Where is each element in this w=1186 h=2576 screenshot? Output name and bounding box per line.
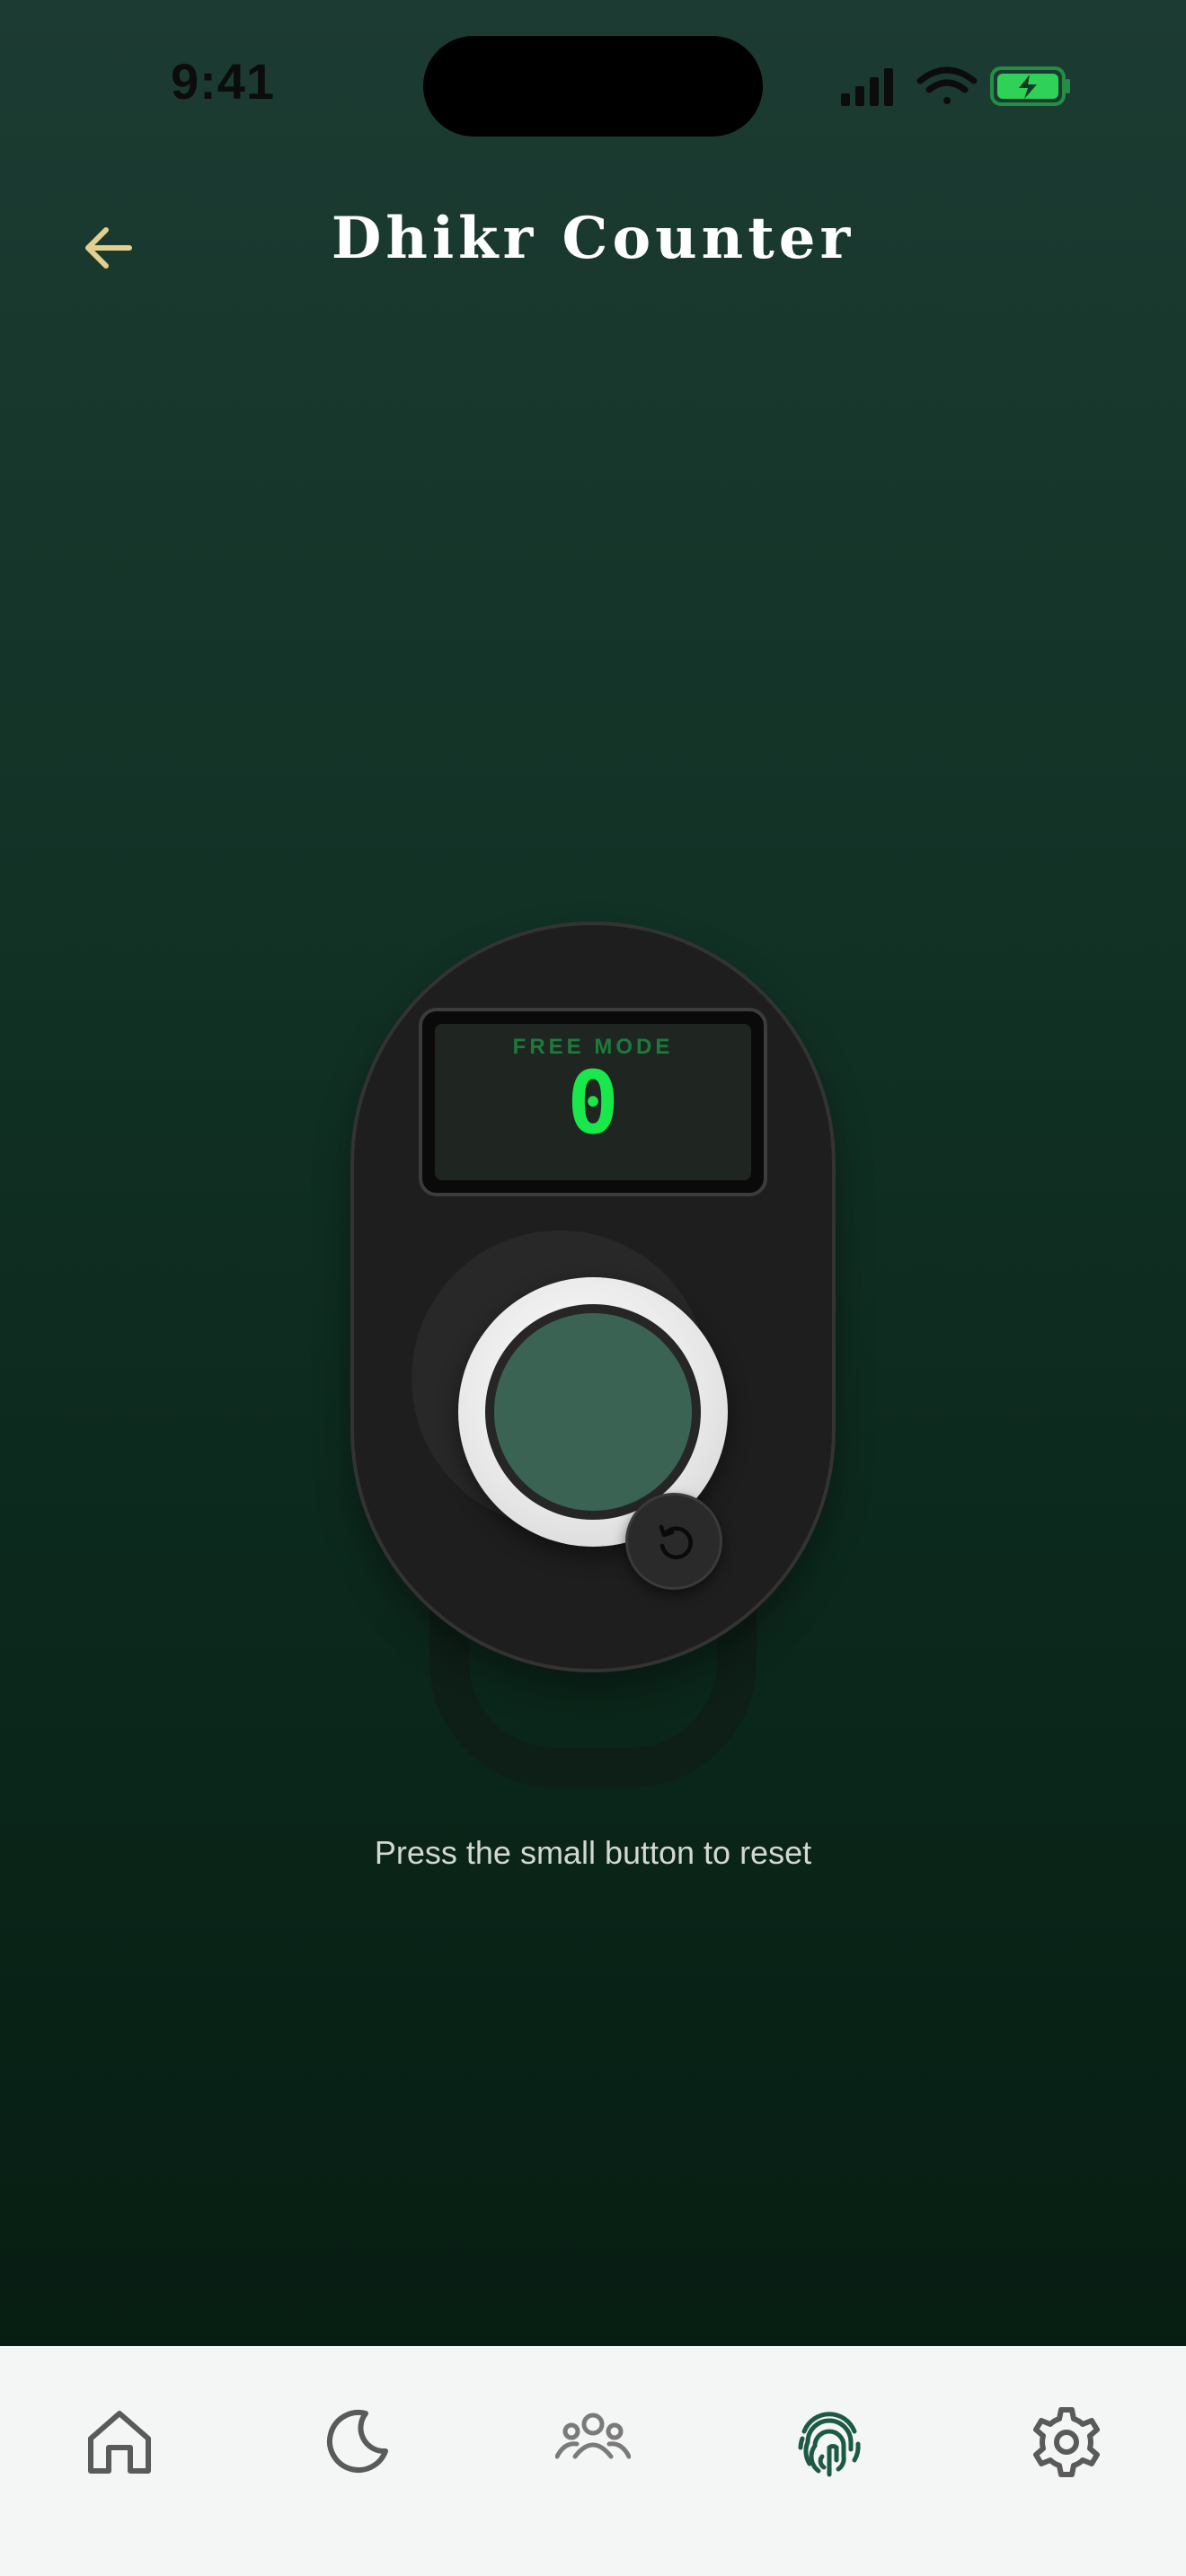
gear-icon bbox=[1033, 2407, 1100, 2477]
tab-settings[interactable] bbox=[1017, 2393, 1116, 2492]
reset-hint: Press the small button to reset bbox=[374, 1834, 812, 1871]
wifi-icon bbox=[916, 66, 978, 104]
tab-prayer[interactable] bbox=[307, 2393, 406, 2492]
tab-dhikr[interactable] bbox=[780, 2393, 879, 2492]
status-icons bbox=[841, 66, 1070, 106]
rotate-ccw-icon bbox=[659, 1524, 693, 1560]
display-screen: FREE MODE 0 bbox=[435, 1024, 751, 1180]
status-time: 9:41 bbox=[171, 53, 276, 110]
count-button-face bbox=[485, 1304, 701, 1520]
tab-home[interactable] bbox=[70, 2393, 169, 2492]
page-title: Dhikr Counter bbox=[331, 205, 855, 272]
dynamic-island bbox=[423, 36, 763, 137]
bottom-tab-bar bbox=[0, 2346, 1186, 2576]
fingerprint-icon bbox=[798, 2412, 861, 2477]
count-value: 0 bbox=[567, 1053, 619, 1153]
signal-icon bbox=[841, 68, 893, 106]
screen: 9:41 Dhikr Counter FREE MODE 0 Press the… bbox=[0, 0, 1186, 2576]
battery-icon bbox=[990, 66, 1070, 106]
reset-button[interactable] bbox=[625, 1493, 722, 1590]
home-icon bbox=[88, 2411, 151, 2474]
counter-display: FREE MODE 0 bbox=[419, 1008, 767, 1196]
users-icon bbox=[555, 2413, 631, 2459]
moon-icon bbox=[327, 2409, 388, 2473]
tab-community[interactable] bbox=[544, 2393, 642, 2492]
